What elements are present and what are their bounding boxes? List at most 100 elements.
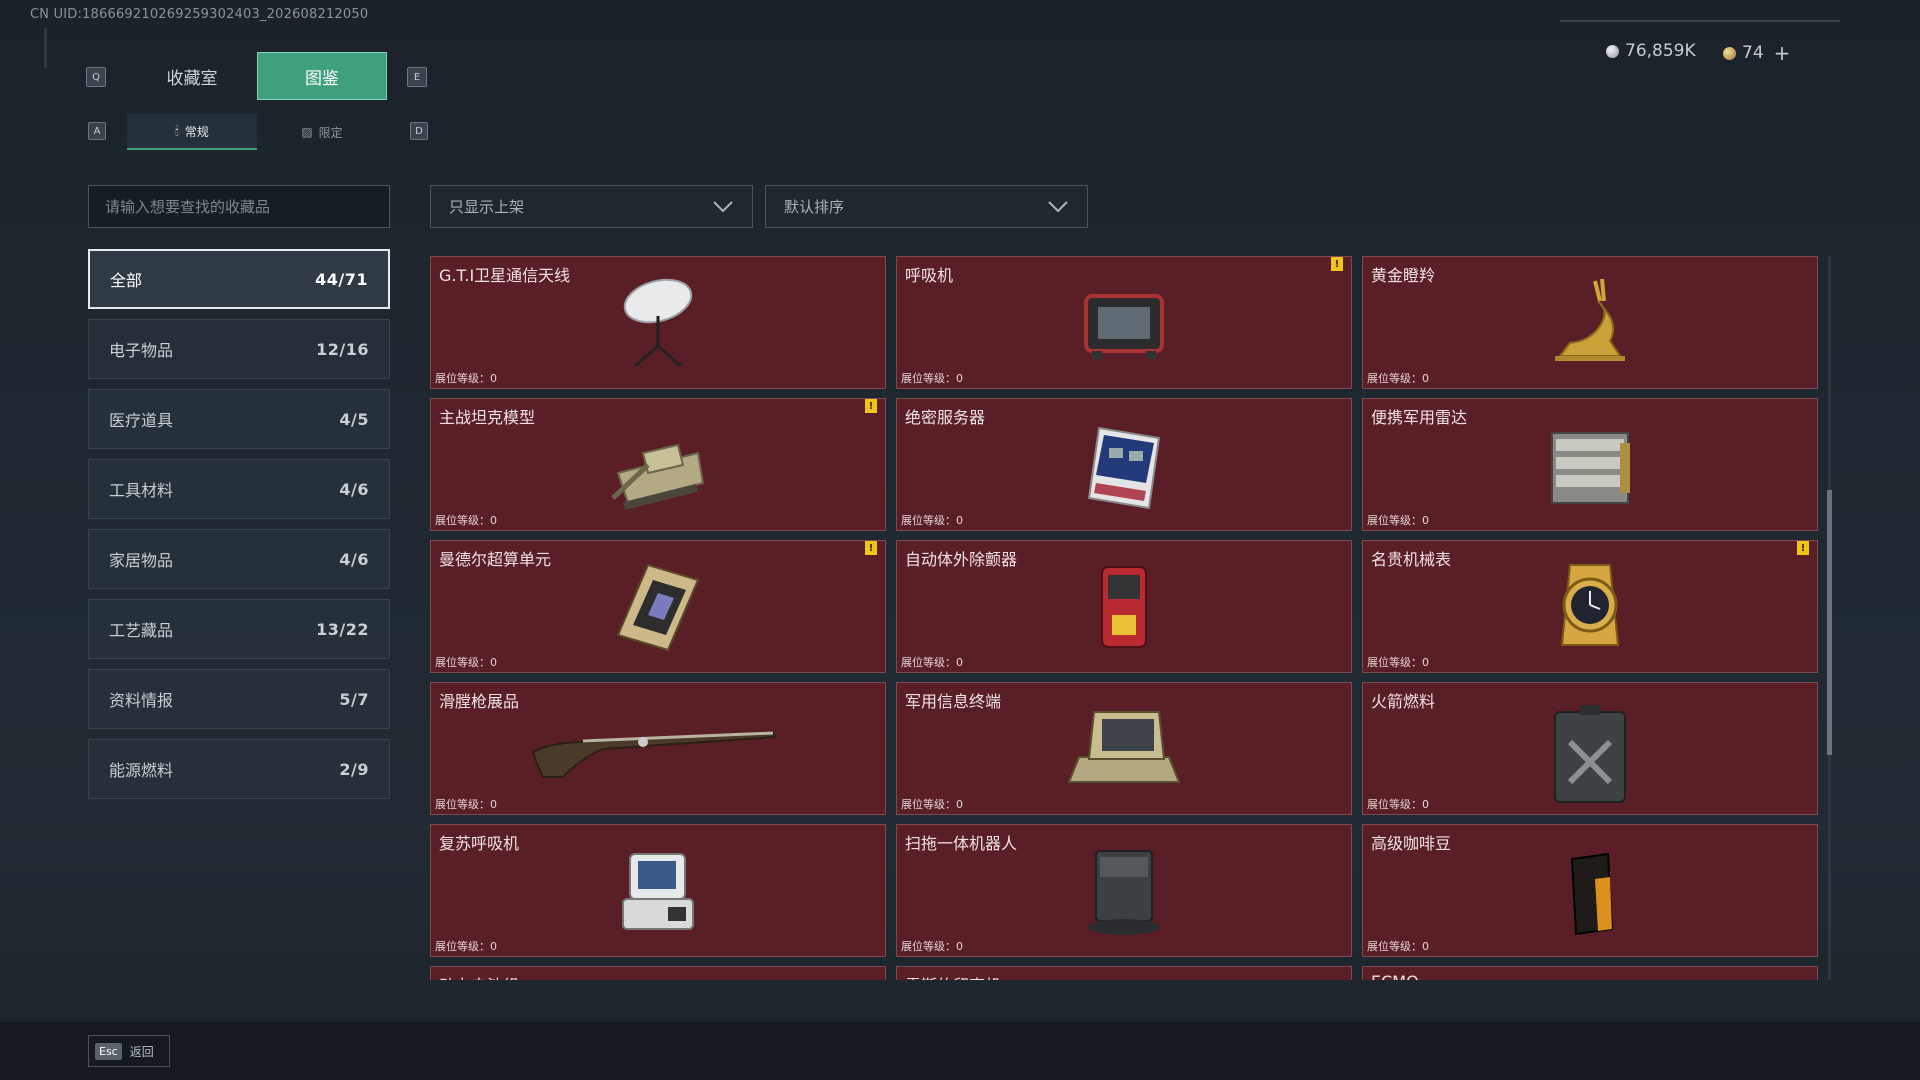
add-currency-button[interactable]: + — [1774, 41, 1791, 65]
silver-amount: 76,859K — [1625, 41, 1696, 61]
category-name: 工艺藏品 — [109, 621, 174, 640]
item-card[interactable]: 扫拖一体机器人 展位等级：0 — [896, 824, 1352, 957]
esc-key-hint: Esc — [95, 1042, 122, 1060]
item-card[interactable]: G.T.I卫星通信天线 展位等级：0 — [430, 256, 886, 389]
server-icon — [1087, 426, 1161, 510]
display-level: 展位等级：0 — [901, 656, 963, 669]
display-level: 展位等级：0 — [901, 514, 963, 527]
new-badge: ! — [1797, 541, 1809, 555]
subtab-regular-label: 常规 — [184, 124, 209, 139]
new-badge: ! — [865, 399, 877, 413]
display-level: 展位等级：0 — [1367, 656, 1429, 669]
category-intel[interactable]: 资料情报 5/7 — [88, 669, 390, 729]
category-count: 2/9 — [339, 759, 369, 779]
item-name: 主战坦克模型 — [439, 408, 536, 427]
category-count: 13/22 — [316, 619, 369, 639]
item-card[interactable]: 雷斯的留声机 — [896, 966, 1352, 980]
item-name: ECMO — [1371, 972, 1419, 980]
category-energy[interactable]: 能源燃料 2/9 — [88, 739, 390, 799]
display-level: 展位等级：0 — [435, 940, 497, 953]
back-button[interactable]: Esc 返回 — [88, 1035, 170, 1067]
left-decor-line — [44, 28, 47, 68]
key-hint-e: E — [407, 67, 427, 87]
category-count: 12/16 — [316, 339, 369, 359]
shelf-filter-dropdown[interactable]: 只显示上架 — [430, 185, 753, 228]
item-name: 名贵机械表 — [1371, 550, 1452, 569]
item-name: 复苏呼吸机 — [439, 834, 520, 853]
item-card[interactable]: 绝密服务器 展位等级：0 — [896, 398, 1352, 531]
item-card[interactable]: 便携军用雷达 展位等级：0 — [1362, 398, 1818, 531]
display-level: 展位等级：0 — [1367, 940, 1429, 953]
category-medical[interactable]: 医疗道具 4/5 — [88, 389, 390, 449]
search-placeholder: 请输入想要查找的收藏品 — [105, 198, 271, 216]
item-card[interactable]: 曼德尔超算单元 ! 展位等级：0 — [430, 540, 886, 673]
chevron-down-icon — [713, 200, 733, 212]
item-card[interactable]: 呼吸机 ! 展位等级：0 — [896, 256, 1352, 389]
watch-icon — [1560, 564, 1620, 646]
item-name: 黄金瞪羚 — [1371, 266, 1436, 285]
sort-value: 默认排序 — [784, 198, 845, 216]
display-level: 展位等级：0 — [1367, 798, 1429, 811]
scrollbar-thumb[interactable] — [1827, 490, 1832, 755]
tab-collection-room[interactable]: 收藏室 — [127, 52, 257, 100]
image-icon: ▨ — [301, 125, 313, 139]
category-name: 能源燃料 — [109, 761, 174, 780]
key-hint-d: D — [410, 122, 428, 140]
supercomputer-unit-icon — [616, 563, 700, 652]
new-badge: ! — [865, 541, 877, 555]
category-count: 4/6 — [339, 479, 369, 499]
item-name: 呼吸机 — [905, 266, 954, 285]
item-name: 曼德尔超算单元 — [439, 550, 552, 569]
item-name: 滑膛枪展品 — [439, 692, 520, 711]
fuel-can-icon — [1554, 705, 1626, 803]
item-name: 绝密服务器 — [905, 408, 986, 427]
category-electronics[interactable]: 电子物品 12/16 — [88, 319, 390, 379]
category-name: 资料情报 — [109, 691, 174, 710]
display-level: 展位等级：0 — [435, 372, 497, 385]
item-name: 军用信息终端 — [905, 692, 1002, 711]
defibrillator-icon — [1101, 566, 1147, 648]
item-card[interactable]: 自动体外除颤器 展位等级：0 — [896, 540, 1352, 673]
item-card[interactable]: 名贵机械表 ! 展位等级：0 — [1362, 540, 1818, 673]
category-tools[interactable]: 工具材料 4/6 — [88, 459, 390, 519]
category-all[interactable]: 全部 44/71 — [88, 249, 390, 309]
display-level: 展位等级：0 — [1367, 372, 1429, 385]
satellite-dish-icon — [623, 278, 693, 368]
display-level: 展位等级：0 — [1367, 514, 1429, 527]
tab-catalog[interactable]: 图鉴 — [257, 52, 387, 100]
display-level: 展位等级：0 — [435, 656, 497, 669]
item-card[interactable]: 动力电池组 — [430, 966, 886, 980]
silver-coin-icon — [1606, 44, 1619, 58]
item-name: 扫拖一体机器人 — [905, 834, 1018, 853]
search-input[interactable]: 请输入想要查找的收藏品 — [88, 185, 390, 228]
robot-vacuum-icon — [1088, 850, 1160, 935]
sort-dropdown[interactable]: 默认排序 — [765, 185, 1088, 228]
item-card[interactable]: 军用信息终端 展位等级：0 — [896, 682, 1352, 815]
tank-model-icon — [611, 443, 705, 510]
item-card[interactable]: 高级咖啡豆 展位等级：0 — [1362, 824, 1818, 957]
category-name: 电子物品 — [109, 341, 174, 360]
flame-icon: 🕯 — [175, 123, 179, 138]
category-name: 家居物品 — [109, 551, 174, 570]
subtab-limited[interactable]: ▨ 限定 — [257, 114, 387, 150]
category-crafts[interactable]: 工艺藏品 13/22 — [88, 599, 390, 659]
category-name: 工具材料 — [109, 481, 174, 500]
terminal-icon — [1067, 711, 1181, 783]
key-hint-q: Q — [86, 67, 106, 87]
display-level: 展位等级：0 — [901, 372, 963, 385]
currency-silver: 76,859K — [1606, 41, 1696, 61]
chevron-down-icon — [1048, 200, 1068, 212]
item-name: 雷斯的留声机 — [905, 972, 1001, 980]
item-card[interactable]: ECMO — [1362, 966, 1818, 980]
gold-amount: 74 — [1742, 43, 1764, 63]
item-card[interactable]: 黄金瞪羚 展位等级：0 — [1362, 256, 1818, 389]
subtab-regular[interactable]: 🕯 常规 — [127, 114, 257, 150]
item-name: G.T.I卫星通信天线 — [439, 266, 571, 285]
subtab-limited-label: 限定 — [318, 125, 343, 140]
category-household[interactable]: 家居物品 4/6 — [88, 529, 390, 589]
item-card[interactable]: 滑膛枪展品 展位等级：0 — [430, 682, 886, 815]
item-card[interactable]: 火箭燃料 展位等级：0 — [1362, 682, 1818, 815]
item-card[interactable]: 复苏呼吸机 展位等级：0 — [430, 824, 886, 957]
item-card[interactable]: 主战坦克模型 ! 展位等级：0 — [430, 398, 886, 531]
category-count: 5/7 — [339, 689, 369, 709]
